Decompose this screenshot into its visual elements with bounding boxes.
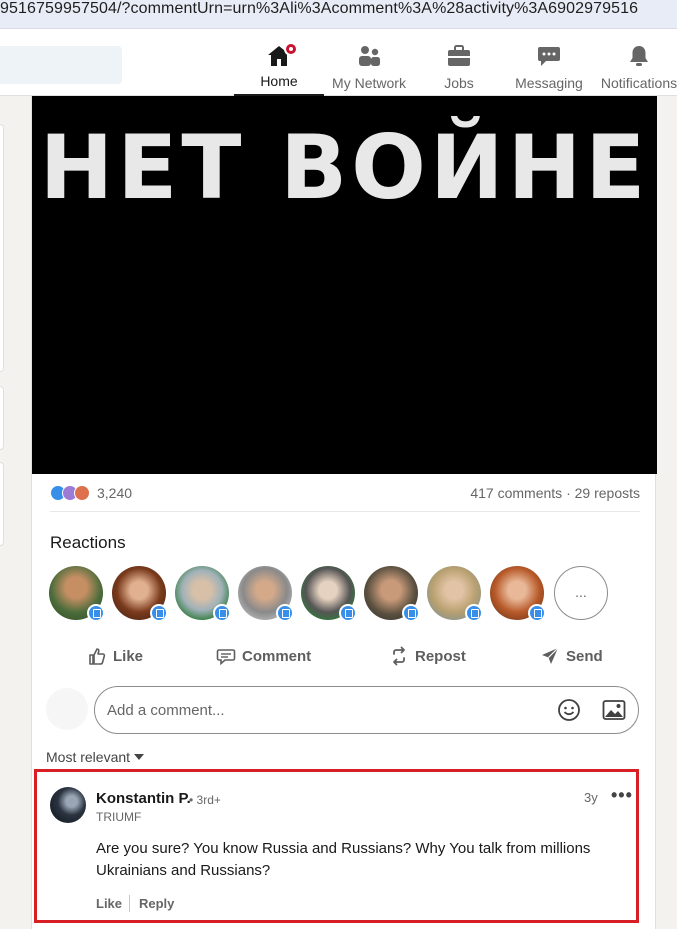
post-actions: Like Comment Repost Send (32, 636, 657, 676)
sort-dropdown[interactable]: Most relevant (46, 749, 145, 765)
like-badge-icon (276, 604, 294, 622)
comment-label: Comment (242, 648, 312, 665)
like-badge-icon (87, 604, 105, 622)
messaging-icon (538, 47, 560, 66)
comment-input[interactable]: Add a comment... (94, 686, 639, 734)
avatar[interactable] (238, 566, 294, 622)
nav-home-label: Home (260, 73, 298, 89)
add-comment-box: Add a comment... (44, 686, 644, 734)
left-profile-card (0, 124, 4, 372)
reactor-avatars: ... (49, 566, 649, 622)
avatar[interactable] (427, 566, 483, 622)
avatar (46, 688, 88, 730)
comment-author[interactable]: Konstantin P. (96, 790, 191, 807)
like-badge-icon (150, 604, 168, 622)
repost-icon (393, 646, 405, 666)
nav-jobs[interactable]: Jobs (418, 42, 500, 96)
comment-placeholder: Add a comment... (107, 702, 225, 719)
more-reactors-button[interactable]: ... (554, 566, 608, 620)
avatar[interactable] (364, 566, 420, 622)
reactions-heading: Reactions (50, 533, 126, 552)
post-video[interactable]: НЕТ ВОЙНЕ (32, 96, 657, 474)
network-icon (359, 46, 380, 66)
comment-like-button[interactable]: Like (96, 896, 122, 911)
bell-icon (630, 46, 648, 66)
nav-messaging-label: Messaging (515, 75, 583, 91)
comment-timestamp: 3y (584, 790, 598, 805)
love-reaction-icon (74, 485, 90, 501)
left-card (0, 386, 4, 450)
avatar[interactable] (112, 566, 168, 622)
like-badge-icon (528, 604, 546, 622)
sort-label: Most relevant (46, 749, 131, 765)
video-caption: НЕТ ВОЙНЕ (39, 116, 650, 219)
like-button[interactable]: Like (87, 636, 157, 676)
send-label: Send (566, 648, 603, 665)
emoji-icon[interactable] (557, 698, 581, 722)
comment-button[interactable]: Comment (216, 636, 326, 676)
send-icon (542, 647, 559, 664)
nav-network-label: My Network (332, 75, 406, 91)
caret-down-icon (134, 754, 145, 760)
notification-badge (284, 42, 298, 56)
social-counts: 3,240 417 comments · 29 reposts (50, 482, 640, 512)
divider (129, 895, 130, 912)
author-headline: TRIUMF (96, 810, 142, 824)
repost-button[interactable]: Repost (389, 636, 479, 676)
briefcase-icon (448, 45, 470, 66)
image-icon[interactable] (602, 699, 626, 721)
reaction-icons[interactable] (50, 485, 96, 503)
avatar[interactable] (490, 566, 546, 622)
top-nav: Home My Network Jobs Messaging Notificat… (0, 36, 677, 96)
like-badge-icon (339, 604, 357, 622)
like-badge-icon (402, 604, 420, 622)
nav-home[interactable]: Home (234, 42, 324, 96)
nav-notifications[interactable]: Notifications (598, 42, 677, 96)
nav-my-network[interactable]: My Network (326, 42, 412, 96)
connection-degree: • 3rd+ (189, 793, 221, 807)
nav-jobs-label: Jobs (444, 75, 474, 91)
send-button[interactable]: Send (540, 636, 620, 676)
highlighted-comment: Konstantin P. • 3rd+ TRIUMF 3y ••• Are y… (34, 769, 639, 923)
nav-notifications-label: Notifications (600, 75, 677, 91)
search-input[interactable] (0, 46, 122, 84)
like-badge-icon (465, 604, 483, 622)
comments-reposts-count[interactable]: 417 comments · 29 reposts (470, 485, 640, 501)
url-text: 9516759957504/?commentUrn=urn%3Ali%3Acom… (0, 0, 639, 17)
browser-url-bar[interactable]: 9516759957504/?commentUrn=urn%3Ali%3Acom… (0, 0, 677, 28)
thumbs-up-icon (89, 648, 106, 665)
left-card (0, 462, 4, 546)
repost-label: Repost (415, 648, 466, 665)
reaction-count[interactable]: 3,240 (97, 485, 132, 501)
comment-icon (216, 649, 236, 666)
avatar[interactable] (301, 566, 357, 622)
avatar[interactable] (49, 566, 105, 622)
avatar[interactable] (50, 787, 86, 823)
nav-messaging[interactable]: Messaging (506, 42, 592, 96)
avatar[interactable] (175, 566, 231, 622)
like-label: Like (113, 648, 144, 665)
comment-reply-button[interactable]: Reply (139, 896, 174, 911)
toolbar-divider (0, 28, 677, 36)
comment-more-button[interactable]: ••• (611, 785, 633, 806)
like-badge-icon (213, 604, 231, 622)
comment-text: Are you sure? You know Russia and Russia… (96, 840, 591, 879)
